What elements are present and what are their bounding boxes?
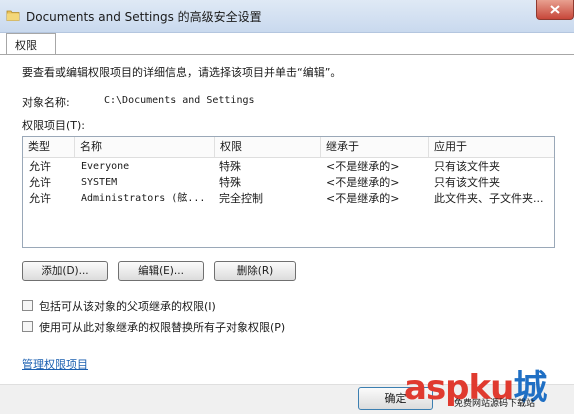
cell-type: 允许 (29, 160, 51, 173)
window-title: Documents and Settings 的高级安全设置 (26, 10, 262, 24)
tab-label: 权限 (15, 39, 37, 52)
list-header: 类型 名称 权限 继承于 应用于 (23, 137, 554, 158)
instruction-text: 要查看或编辑权限项目的详细信息，请选择该项目并单击“编辑”。 (22, 66, 342, 79)
column-header-permission[interactable]: 权限 (215, 137, 321, 157)
watermark-logo: aspku城 免费网站源码下载站 (404, 360, 574, 413)
title-bar: Documents and Settings 的高级安全设置 (0, 0, 574, 33)
object-name-label: 对象名称: (22, 96, 70, 109)
column-header-inherited-from[interactable]: 继承于 (321, 137, 429, 157)
cell-inherited-from: <不是继承的> (326, 160, 400, 173)
cell-inherited-from: <不是继承的> (326, 192, 400, 205)
column-header-applies-to[interactable]: 应用于 (429, 137, 554, 157)
inherit-permissions-label: 包括可从该对象的父项继承的权限(I) (39, 300, 216, 313)
cell-type: 允许 (29, 176, 51, 189)
watermark-tagline: 免费网站源码下载站 (454, 399, 536, 409)
cell-permission: 特殊 (219, 160, 241, 173)
table-row[interactable]: 允许 SYSTEM 特殊 <不是继承的> 只有该文件夹 (23, 175, 554, 190)
table-row[interactable]: 允许 Everyone 特殊 <不是继承的> 只有该文件夹 (23, 159, 554, 174)
folder-icon (6, 10, 20, 21)
cell-permission: 特殊 (219, 176, 241, 189)
replace-child-permissions-checkbox[interactable] (22, 321, 33, 332)
close-button[interactable] (536, 0, 574, 20)
edit-button[interactable]: 编辑(E)... (118, 261, 204, 281)
add-button[interactable]: 添加(D)... (22, 261, 108, 281)
permission-entries-list[interactable]: 类型 名称 权限 继承于 应用于 允许 Everyone 特殊 <不是继承的> … (22, 136, 555, 248)
cell-name: SYSTEM (81, 177, 118, 188)
cell-applies-to: 只有该文件夹 (434, 160, 500, 173)
cell-applies-to: 只有该文件夹 (434, 176, 500, 189)
delete-button[interactable]: 删除(R) (214, 261, 296, 281)
table-row[interactable]: 允许 Administrators (舷... 完全控制 <不是继承的> 此文件… (23, 191, 554, 206)
cell-type: 允许 (29, 192, 51, 205)
column-header-type[interactable]: 类型 (23, 137, 75, 157)
cell-name: Everyone (81, 161, 130, 172)
tab-permissions[interactable]: 权限 (6, 33, 56, 55)
object-name-value: C:\Documents and Settings (104, 95, 255, 106)
column-header-name[interactable]: 名称 (75, 137, 215, 157)
permission-entries-label: 权限项目(T): (22, 119, 86, 132)
manage-permissions-link[interactable]: 管理权限项目 (22, 356, 88, 372)
cell-permission: 完全控制 (219, 192, 263, 205)
close-icon (550, 5, 560, 14)
cell-inherited-from: <不是继承的> (326, 176, 400, 189)
cell-name: Administrators (舷... (81, 193, 206, 204)
replace-child-permissions-label: 使用可从此对象继承的权限替换所有子对象权限(P) (39, 321, 286, 334)
inherit-permissions-checkbox[interactable] (22, 300, 33, 311)
cell-applies-to: 此文件夹、子文件夹... (434, 192, 544, 205)
